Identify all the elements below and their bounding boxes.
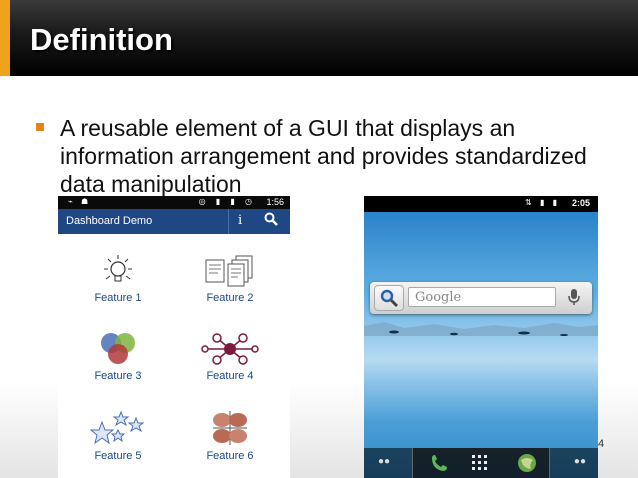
feature-label: Feature 6: [206, 450, 254, 462]
process-cycle-icon: [213, 411, 247, 445]
mountains-wallpaper: [364, 322, 598, 336]
page-number: 4: [598, 438, 605, 450]
bullet-icon: [36, 123, 44, 131]
app-title: Dashboard Demo: [66, 215, 153, 227]
phone-icon[interactable]: [429, 453, 449, 473]
action-divider: [228, 209, 229, 234]
feature-4-tile[interactable]: Feature 4: [185, 332, 275, 382]
app-action-bar: Dashboard Demo i: [58, 209, 290, 234]
search-icon[interactable]: [374, 285, 404, 311]
info-icon[interactable]: i: [238, 213, 242, 228]
slide-title: Definition: [30, 22, 173, 57]
network-icon: [201, 333, 259, 365]
feature-5-tile[interactable]: Feature 5: [73, 410, 163, 462]
feature-label: Feature 1: [94, 292, 142, 304]
feature-3-tile[interactable]: Feature 3: [73, 332, 163, 382]
title-accent-stripe: [0, 0, 10, 76]
browser-globe-icon[interactable]: [517, 453, 537, 473]
documents-icon: [205, 255, 253, 287]
status-bar: ⌁ ☗ ◎ ▮ ▮ ◷ 1:56: [58, 196, 290, 209]
google-search-input[interactable]: Google: [408, 287, 556, 307]
feature-6-tile[interactable]: Feature 6: [185, 410, 275, 462]
dock-center: [412, 448, 550, 478]
app-drawer-icon[interactable]: [471, 454, 489, 472]
dashboard-phone-screenshot: ⌁ ☗ ◎ ▮ ▮ ◷ 1:56 Dashboard Demo i Featur…: [58, 196, 290, 478]
bullet-text: A reusable element of a GUI that display…: [60, 115, 587, 197]
feature-label: Feature 5: [94, 450, 142, 462]
slide-title-bar: Definition: [0, 0, 638, 76]
left-pages-dots-icon[interactable]: ●●: [378, 456, 390, 467]
feature-label: Feature 3: [94, 370, 142, 382]
feature-label: Feature 4: [206, 370, 254, 382]
venn-diagram-icon: [101, 333, 135, 364]
feature-2-tile[interactable]: Feature 2: [185, 254, 275, 304]
android-home-screenshot: ⇅ ▮ ▮ 2:05 Google ●● ●●: [364, 196, 598, 478]
lightbulb-icon: [104, 255, 132, 282]
signal-battery-icons: ⇅ ▮ ▮: [525, 198, 560, 207]
feature-1-tile[interactable]: Feature 1: [73, 254, 163, 304]
status-time: 2:05: [571, 198, 590, 208]
status-bar: ⇅ ▮ ▮ 2:05: [364, 196, 598, 212]
status-time: 1:56: [266, 197, 284, 207]
microphone-icon[interactable]: [562, 285, 586, 309]
search-icon[interactable]: [264, 212, 278, 229]
home-dock: ●● ●●: [364, 448, 598, 478]
right-pages-dots-icon[interactable]: ●●: [574, 456, 586, 467]
usb-android-icons: ⌁ ☗: [68, 197, 92, 206]
feature-label: Feature 2: [206, 292, 254, 304]
stars-icon: [89, 410, 145, 445]
google-search-widget[interactable]: Google: [370, 282, 592, 314]
status-icons: ◎ ▮ ▮ ◷: [198, 197, 256, 206]
